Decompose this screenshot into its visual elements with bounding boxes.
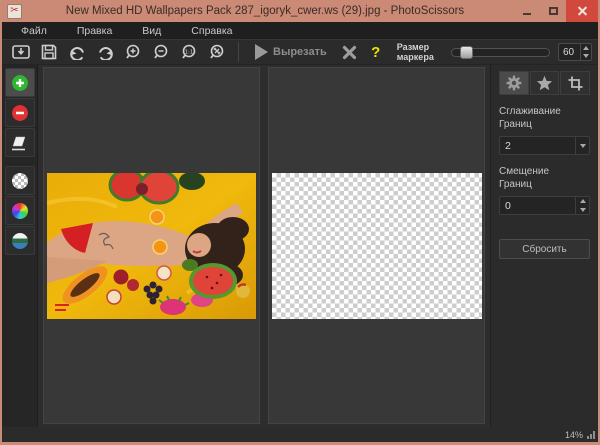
effects-tab-star[interactable] <box>530 71 560 95</box>
offset-down-button[interactable] <box>576 206 589 215</box>
menu-file[interactable]: Файл <box>6 25 62 37</box>
spin-up-button[interactable] <box>581 44 591 52</box>
maximize-button[interactable] <box>540 0 566 22</box>
settings-panel: Сглаживание Границ Смещение Границ Сброс… <box>490 65 598 427</box>
toolbar: 1:1 Вырезать ? Размер маркера <box>2 39 598 65</box>
slider-handle[interactable] <box>460 46 473 59</box>
crop-icon <box>568 76 583 91</box>
canvas-area <box>38 65 490 427</box>
offset-spinbox[interactable] <box>499 196 590 215</box>
open-file-icon <box>12 44 30 60</box>
menu-view[interactable]: Вид <box>127 25 176 37</box>
cut-button[interactable]: Вырезать <box>247 41 335 63</box>
menu-help[interactable]: Справка <box>176 25 247 37</box>
eraser-tool[interactable] <box>5 128 35 157</box>
green-plus-icon <box>12 75 28 91</box>
landscape-image-icon <box>12 233 28 249</box>
smoothing-dropdown-button[interactable] <box>575 137 589 154</box>
cut-button-label: Вырезать <box>273 46 327 58</box>
tool-sidebar <box>2 65 38 427</box>
color-wheel-icon <box>12 203 28 219</box>
image-background-option[interactable] <box>5 226 35 255</box>
undo-icon <box>69 45 86 60</box>
menu-edit[interactable]: Правка <box>62 25 127 37</box>
offset-label: Смещение Границ <box>499 166 569 191</box>
zoom-actual-button[interactable]: 1:1 <box>176 41 202 63</box>
save-icon <box>41 44 57 60</box>
gear-icon <box>506 75 522 91</box>
toolbar-separator <box>238 42 239 62</box>
resize-grip-icon[interactable] <box>587 431 595 439</box>
mark-foreground-tool[interactable] <box>5 68 35 97</box>
undo-button[interactable] <box>64 41 90 63</box>
color-background-option[interactable] <box>5 196 35 225</box>
window-title: New Mixed HD Wallpapers Pack 287_igoryk_… <box>2 5 528 17</box>
transparent-checker-icon <box>12 173 28 189</box>
redo-icon <box>97 45 114 60</box>
dropdown-arrow-icon <box>580 144 586 148</box>
zoom-level-indicator: 14% <box>565 430 583 440</box>
maximize-icon <box>549 7 558 15</box>
zoom-in-icon <box>125 44 142 61</box>
statusbar: 14% <box>2 427 598 442</box>
titlebar[interactable]: ✂ New Mixed HD Wallpapers Pack 287_igory… <box>2 0 598 22</box>
arrow-down-icon <box>580 208 586 212</box>
redo-button[interactable] <box>92 41 118 63</box>
smoothing-input[interactable] <box>500 137 575 154</box>
mark-background-tool[interactable] <box>5 98 35 127</box>
arrow-down-icon <box>583 54 589 58</box>
clear-x-icon <box>342 45 357 60</box>
red-minus-icon <box>12 105 28 121</box>
marker-size-label: Размер маркера <box>397 42 443 63</box>
eraser-icon <box>11 135 29 151</box>
zoom-in-button[interactable] <box>120 41 146 63</box>
help-button[interactable]: ? <box>365 44 387 61</box>
crop-tab[interactable] <box>560 71 590 95</box>
star-icon <box>536 75 553 91</box>
arrow-up-icon <box>583 46 589 50</box>
offset-input[interactable] <box>500 197 575 214</box>
settings-tab-gear[interactable] <box>499 71 529 95</box>
zoom-actual-icon: 1:1 <box>181 44 198 61</box>
play-icon <box>255 44 268 60</box>
spin-down-button[interactable] <box>581 52 591 60</box>
clear-marks-button[interactable] <box>337 41 363 63</box>
zoom-out-icon <box>153 44 170 61</box>
zoom-fit-button[interactable] <box>204 41 230 63</box>
smoothing-label: Сглаживание Границ <box>499 106 569 131</box>
zoom-out-button[interactable] <box>148 41 174 63</box>
offset-up-button[interactable] <box>576 197 589 206</box>
original-photo <box>47 173 256 319</box>
result-image-panel[interactable] <box>268 67 485 424</box>
svg-text:1:1: 1:1 <box>184 49 193 55</box>
photoscissors-window: ✂ New Mixed HD Wallpapers Pack 287_igory… <box>0 0 600 445</box>
marker-size-input[interactable] <box>559 44 580 60</box>
transparent-background-option[interactable] <box>5 166 35 195</box>
close-icon <box>578 7 587 16</box>
menubar: Файл Правка Вид Справка <box>2 22 598 39</box>
marker-size-spinbox[interactable] <box>558 43 592 61</box>
original-image-panel[interactable] <box>43 67 260 424</box>
reset-button[interactable]: Сбросить <box>499 239 590 259</box>
arrow-up-icon <box>580 199 586 203</box>
zoom-fit-icon <box>209 44 226 61</box>
close-button[interactable] <box>566 0 598 22</box>
save-button[interactable] <box>36 41 62 63</box>
settings-tabs <box>499 71 590 95</box>
smoothing-combobox[interactable] <box>499 136 590 155</box>
marker-size-slider[interactable] <box>451 48 550 57</box>
transparent-result-preview <box>272 173 482 319</box>
open-file-button[interactable] <box>8 41 34 63</box>
